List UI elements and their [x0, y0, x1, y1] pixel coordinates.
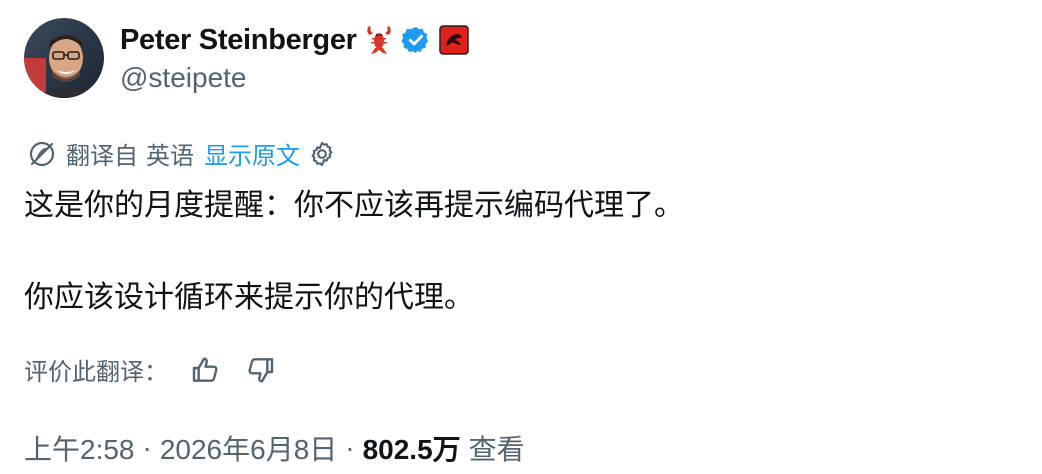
lobster-icon	[365, 24, 393, 56]
tweet-time[interactable]: 上午2:58	[24, 428, 135, 468]
translate-icon	[28, 140, 56, 168]
tweet-meta: 上午2:58 · 2026年6月8日 · 802.5万 查看	[24, 428, 525, 468]
separator: ·	[345, 432, 355, 463]
tweet-header: Peter Steinberger @steipete	[24, 18, 469, 98]
tweet-text-line-2: 你应该设计循环来提示你的代理。	[24, 281, 474, 314]
name-row: Peter Steinberger	[120, 20, 469, 60]
verified-badge-icon[interactable]	[401, 25, 431, 55]
gear-icon[interactable]	[308, 140, 336, 168]
views-count: 802.5万	[362, 434, 461, 465]
rate-translation-label: 评价此翻译：	[24, 359, 168, 386]
views-label: 查看	[468, 434, 525, 465]
tweet-text-line-1: 这是你的月度提醒：你不应该再提示编码代理了。	[24, 189, 684, 222]
rate-translation: 评价此翻译：	[24, 352, 276, 387]
display-name[interactable]: Peter Steinberger	[120, 24, 357, 57]
separator: ·	[142, 432, 152, 463]
show-original-link[interactable]: 显示原文	[204, 136, 300, 171]
thumbs-down-icon[interactable]	[244, 354, 276, 386]
handle[interactable]: @steipete	[120, 62, 469, 94]
tweet-date[interactable]: 2026年6月8日	[160, 428, 337, 468]
translated-from-label: 翻译自	[66, 143, 138, 170]
red-badge-icon[interactable]	[438, 25, 469, 55]
avatar[interactable]	[24, 18, 104, 98]
thumbs-up-icon[interactable]	[190, 354, 222, 386]
source-language: 英语	[146, 143, 194, 170]
translation-bar: 翻译自 英语 显示原文	[28, 136, 336, 171]
author-names: Peter Steinberger @steipete	[120, 20, 469, 94]
